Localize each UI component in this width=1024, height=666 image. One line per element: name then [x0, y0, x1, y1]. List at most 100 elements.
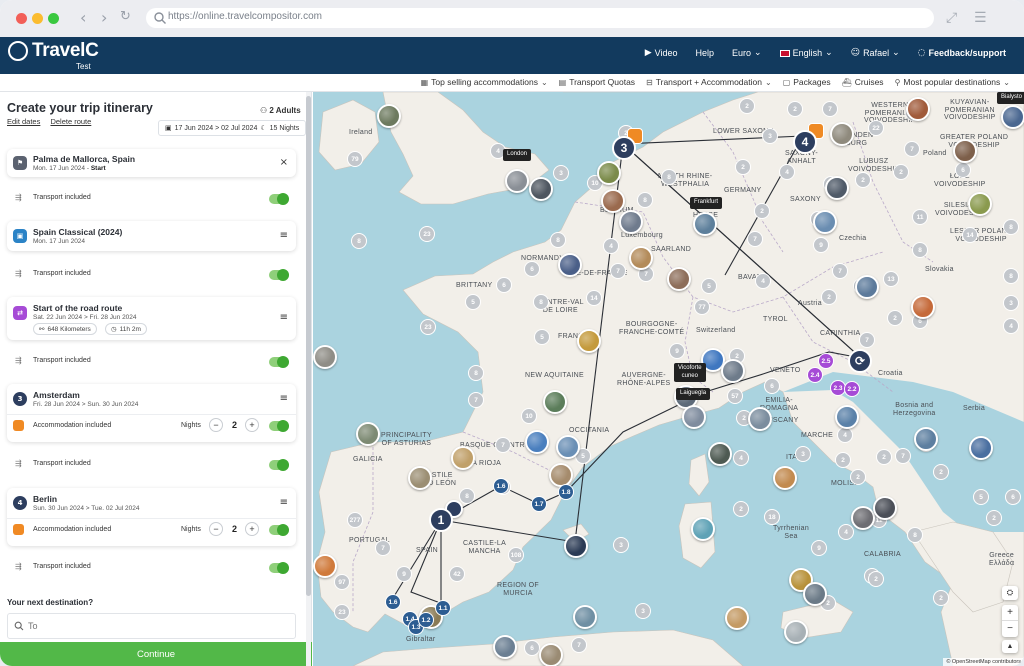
map-cluster-marker[interactable]: 8: [912, 242, 928, 258]
map-cluster-marker[interactable]: 8: [468, 365, 484, 381]
destination-photo-marker[interactable]: [969, 436, 993, 460]
map-cluster-marker[interactable]: 2: [787, 101, 803, 117]
map-cluster-marker[interactable]: 3: [635, 603, 651, 619]
map-cluster-marker[interactable]: 7: [859, 332, 875, 348]
map-cluster-marker[interactable]: 2: [855, 172, 871, 188]
stop-card-start[interactable]: ⚑ Palma de Mallorca, Spain Mon. 17 Jun 2…: [7, 149, 296, 177]
map-cluster-marker[interactable]: 8: [533, 294, 549, 310]
route-stop-marker[interactable]: 2.2: [844, 381, 860, 397]
map-cluster-marker[interactable]: 2: [893, 164, 909, 180]
nights-decrease-button[interactable]: −: [209, 418, 223, 432]
destination-photo-marker[interactable]: [855, 275, 879, 299]
destination-photo-marker[interactable]: [556, 435, 580, 459]
map-cluster-marker[interactable]: 5: [973, 489, 989, 505]
nav-feedback[interactable]: ◌ Feedback/support: [918, 48, 1006, 58]
destination-photo-marker[interactable]: [577, 329, 601, 353]
nav-video[interactable]: ▶ Video: [645, 48, 678, 58]
nights-increase-button[interactable]: +: [245, 418, 259, 432]
nav-user[interactable]: ☺ Rafael ⌄: [851, 48, 900, 58]
map-cluster-marker[interactable]: 6: [496, 277, 512, 293]
destination-photo-marker[interactable]: [564, 534, 588, 558]
map-cluster-marker[interactable]: 9: [813, 237, 829, 253]
nights-decrease-button[interactable]: −: [209, 522, 223, 536]
transport-toggle[interactable]: [269, 193, 289, 205]
map-cluster-marker[interactable]: 4: [755, 273, 771, 289]
destination-photo-marker[interactable]: [911, 295, 935, 319]
map-cluster-marker[interactable]: 108: [508, 547, 524, 563]
map-cluster-marker[interactable]: 2: [986, 510, 1002, 526]
map-cluster-marker[interactable]: 3: [1003, 295, 1019, 311]
destination-photo-marker[interactable]: [558, 253, 582, 277]
map-cluster-marker[interactable]: 7: [747, 231, 763, 247]
date-range-badge[interactable]: ▣ 17 Jun 2024 > 02 Jul 2024 ☾ 15 Nights: [158, 120, 307, 136]
destination-photo-marker[interactable]: [619, 210, 643, 234]
destination-input[interactable]: [7, 613, 296, 639]
map-cluster-marker[interactable]: 6: [1005, 489, 1021, 505]
drag-handle-icon[interactable]: ≡: [280, 393, 288, 404]
map-cluster-marker[interactable]: 2: [739, 98, 755, 114]
map-cluster-marker[interactable]: 3: [613, 537, 629, 553]
map-cluster-marker[interactable]: 77: [694, 299, 710, 315]
map-cluster-marker[interactable]: 2: [733, 501, 749, 517]
map-cluster-marker[interactable]: 3: [795, 446, 811, 462]
map-cluster-marker[interactable]: 6: [955, 162, 971, 178]
zoom-out-button[interactable]: −: [1002, 621, 1018, 637]
close-icon[interactable]: ×: [280, 157, 288, 168]
map-cluster-marker[interactable]: 8: [550, 232, 566, 248]
map-cluster-marker[interactable]: 7: [610, 263, 626, 279]
map-cluster-marker[interactable]: 22: [868, 120, 884, 136]
map-cluster-marker[interactable]: 8: [459, 488, 475, 504]
road-route-marker-icon[interactable]: ⟳: [848, 349, 872, 373]
subnav-cruises[interactable]: ⛴ Cruises: [842, 77, 884, 87]
destination-photo-marker[interactable]: [968, 192, 992, 216]
map-cluster-marker[interactable]: 10: [521, 408, 537, 424]
destination-photo-marker[interactable]: [408, 466, 432, 490]
map-cluster-marker[interactable]: 11: [912, 209, 928, 225]
map-cluster-marker[interactable]: 5: [701, 278, 717, 294]
map-cluster-marker[interactable]: 42: [449, 566, 465, 582]
stop-card-amsterdam[interactable]: 3 Amsterdam Fri. 28 Jun 2024 > Sun. 30 J…: [7, 384, 296, 442]
destination-photo-marker[interactable]: [906, 97, 930, 121]
destination-photo-marker[interactable]: [451, 446, 475, 470]
map-cluster-marker[interactable]: 7: [904, 141, 920, 157]
nav-help[interactable]: Help: [696, 48, 715, 58]
destination-photo-marker[interactable]: [835, 405, 859, 429]
map-cluster-marker[interactable]: 2: [735, 159, 751, 175]
address-bar[interactable]: https://online.travelcompositor.com: [146, 8, 934, 28]
destination-photo-marker[interactable]: [505, 169, 529, 193]
accommodation-toggle[interactable]: [269, 524, 289, 536]
map-cluster-marker[interactable]: 7: [468, 392, 484, 408]
map-cluster-marker[interactable]: 14: [586, 290, 602, 306]
destination-photo-marker[interactable]: [667, 267, 691, 291]
destination-photo-marker[interactable]: [1001, 105, 1024, 129]
map-cluster-marker[interactable]: 2: [887, 310, 903, 326]
map-cluster-marker[interactable]: 6: [764, 378, 780, 394]
map-cluster-marker[interactable]: 9: [396, 566, 412, 582]
panel-scrollbar[interactable]: [306, 92, 311, 666]
accommodation-toggle[interactable]: [269, 420, 289, 432]
drag-handle-icon[interactable]: ≡: [280, 230, 288, 241]
map-cluster-marker[interactable]: 8: [907, 527, 923, 543]
map-cluster-marker[interactable]: 4: [733, 450, 749, 466]
subnav-packages[interactable]: ▢ Packages: [783, 77, 831, 87]
destination-photo-marker[interactable]: [691, 517, 715, 541]
expand-icon[interactable]: ⤢: [946, 10, 957, 26]
route-stop-marker[interactable]: 1.8: [558, 484, 574, 500]
destination-photo-marker[interactable]: [721, 359, 745, 383]
itinerary-stop-marker[interactable]: 4: [793, 130, 817, 154]
transport-toggle[interactable]: [269, 356, 289, 368]
destination-photo-marker[interactable]: [803, 582, 827, 606]
map-cluster-marker[interactable]: 4: [779, 164, 795, 180]
map-cluster-marker[interactable]: 2: [876, 449, 892, 465]
map-cluster-marker[interactable]: 4: [603, 238, 619, 254]
destination-photo-marker[interactable]: [539, 643, 563, 666]
map-cluster-marker[interactable]: 9: [811, 540, 827, 556]
destination-photo-marker[interactable]: [543, 390, 567, 414]
map-cluster-marker[interactable]: 8: [661, 169, 677, 185]
layers-button[interactable]: ⛭: [1002, 586, 1018, 600]
route-stop-marker[interactable]: 2.4: [807, 367, 823, 383]
zoom-in-button[interactable]: +: [1002, 605, 1018, 621]
map-cluster-marker[interactable]: 4: [837, 427, 853, 443]
map-cluster-marker[interactable]: 2: [835, 452, 851, 468]
transport-toggle[interactable]: [269, 459, 289, 471]
